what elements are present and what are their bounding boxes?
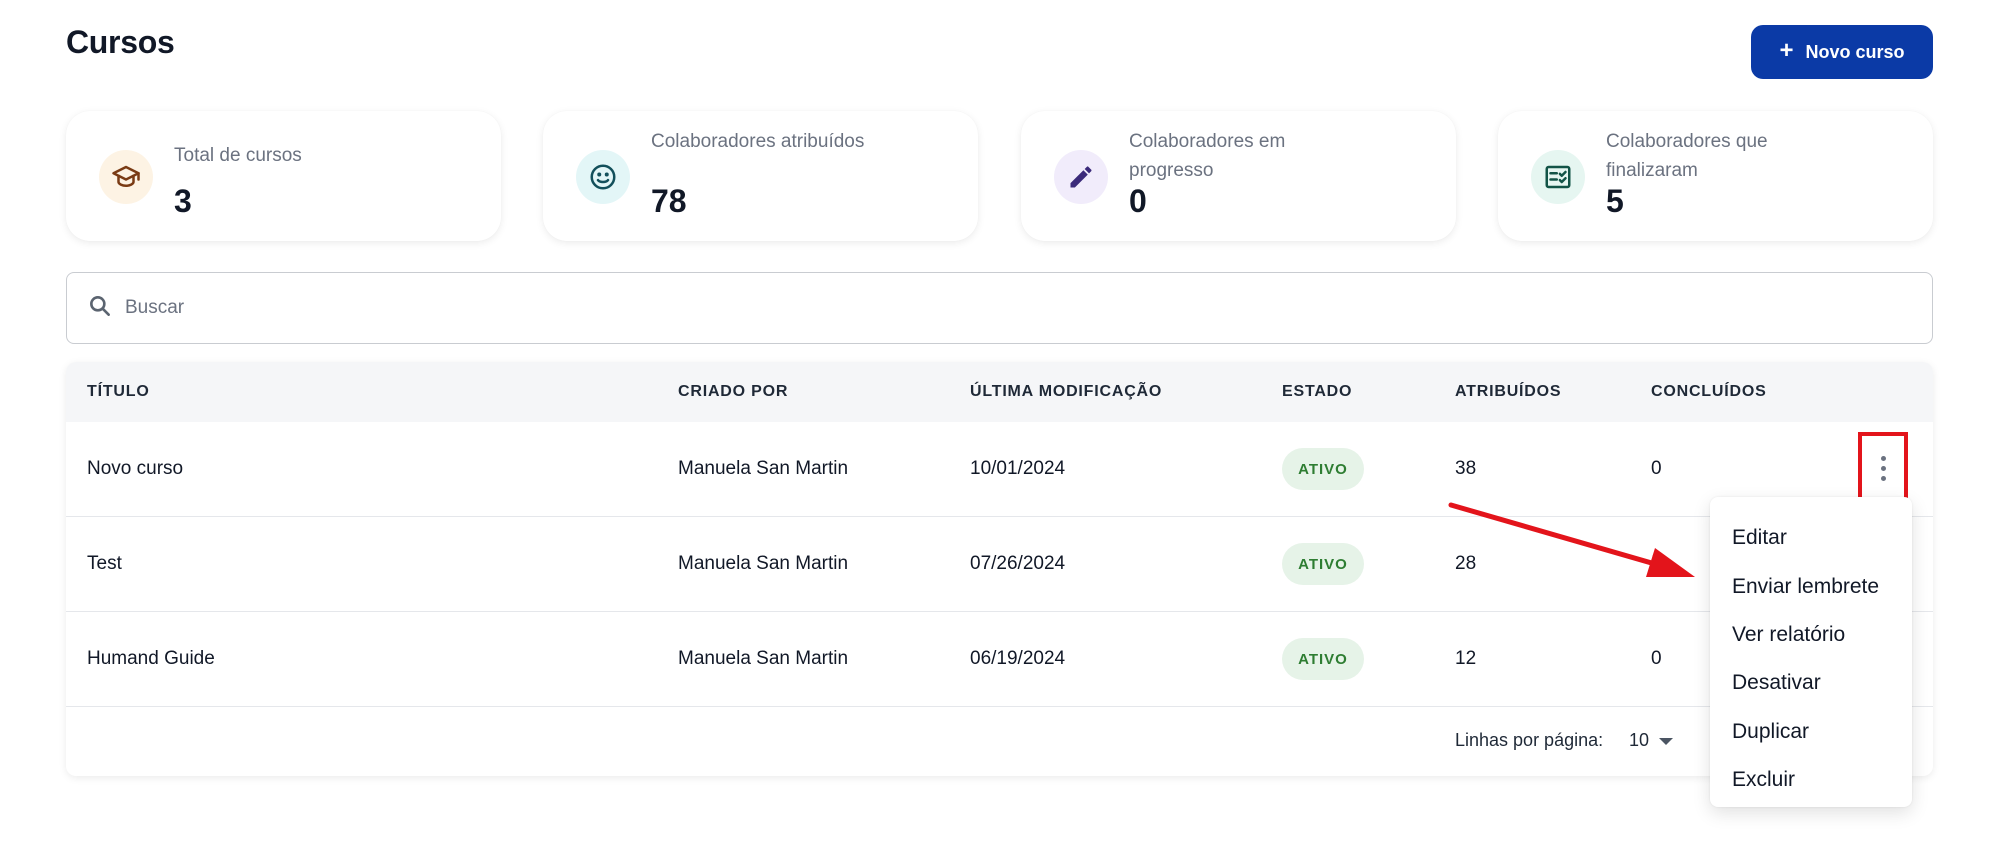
stat-card-assigned: Colaboradores atribuídos 78 <box>543 111 978 241</box>
courses-table: TÍTULO CRIADO POR ÚLTIMA MODIFICAÇÃO EST… <box>66 362 1933 776</box>
column-header-title[interactable]: TÍTULO <box>87 383 150 401</box>
stat-card-finished: Colaboradores que finalizaram 5 <box>1498 111 1933 241</box>
search-icon <box>87 293 113 324</box>
cell-modified: 06/19/2024 <box>970 648 1066 669</box>
pencil-icon <box>1054 150 1108 204</box>
status-badge: ATIVO <box>1282 638 1364 680</box>
stat-value: 0 <box>1129 183 1147 219</box>
stat-label: Total de cursos <box>174 145 302 166</box>
status-badge: ATIVO <box>1282 448 1364 490</box>
stat-label: Colaboradores que finalizaram <box>1606 131 1768 181</box>
column-header-completed[interactable]: CONCLUÍDOS <box>1651 383 1767 401</box>
cell-title: Humand Guide <box>87 648 215 669</box>
menu-item-deactivate[interactable]: Desativar <box>1710 659 1912 707</box>
cell-assigned: 28 <box>1455 553 1477 574</box>
menu-item-view-report[interactable]: Ver relatório <box>1710 611 1912 659</box>
graduation-cap-icon <box>99 150 153 204</box>
cell-assigned: 38 <box>1455 458 1477 479</box>
table-row[interactable]: Test Manuela San Martin 07/26/2024 ATIVO… <box>66 517 1933 612</box>
row-actions-menu: Editar Enviar lembrete Ver relatório Des… <box>1710 497 1912 807</box>
status-badge: ATIVO <box>1282 543 1364 585</box>
stats-cards: Total de cursos 3 Colaboradores atribuíd… <box>66 111 1933 241</box>
stat-label: Colaboradores em progresso <box>1129 131 1286 181</box>
plus-icon: + <box>1779 37 1794 64</box>
menu-item-duplicate[interactable]: Duplicar <box>1710 708 1912 756</box>
cell-completed: 5 <box>1651 553 1662 574</box>
stat-value: 3 <box>174 183 192 219</box>
cell-created-by: Manuela San Martin <box>678 458 849 479</box>
page-title: Cursos <box>66 24 175 60</box>
stat-card-in-progress: Colaboradores em progresso 0 <box>1021 111 1456 241</box>
rows-per-page-label: Linhas por página: <box>1455 730 1604 750</box>
cell-created-by: Manuela San Martin <box>678 553 849 574</box>
smiley-face-icon <box>576 150 630 204</box>
table-header: TÍTULO CRIADO POR ÚLTIMA MODIFICAÇÃO EST… <box>66 362 1933 422</box>
stat-label: Colaboradores atribuídos <box>651 131 865 152</box>
menu-item-delete[interactable]: Excluir <box>1710 756 1912 804</box>
cell-created-by: Manuela San Martin <box>678 648 849 669</box>
menu-item-edit[interactable]: Editar <box>1710 514 1912 562</box>
table-pagination: Linhas por página: 10 <box>66 708 1933 776</box>
checklist-icon <box>1531 150 1585 204</box>
column-header-created-by[interactable]: CRIADO POR <box>678 383 788 401</box>
caret-down-icon <box>1659 738 1674 745</box>
new-course-button[interactable]: + Novo curso <box>1751 25 1933 79</box>
cell-title: Novo curso <box>87 458 184 479</box>
row-actions-button[interactable] <box>1858 432 1908 504</box>
column-header-assigned[interactable]: ATRIBUÍDOS <box>1455 383 1561 401</box>
new-course-label: Novo curso <box>1805 41 1905 62</box>
column-header-last-modified[interactable]: ÚLTIMA MODIFICAÇÃO <box>970 383 1162 401</box>
table-row[interactable]: Novo curso Manuela San Martin 10/01/2024… <box>66 422 1933 517</box>
search-input[interactable] <box>125 297 1825 319</box>
kebab-icon <box>1880 455 1886 481</box>
cell-title: Test <box>87 553 122 574</box>
menu-item-send-reminder[interactable]: Enviar lembrete <box>1710 562 1912 610</box>
stat-value: 78 <box>651 183 687 219</box>
rows-per-page-value: 10 <box>1629 730 1650 750</box>
cell-completed: 0 <box>1651 648 1662 669</box>
stat-card-total-courses: Total de cursos 3 <box>66 111 501 241</box>
cell-completed: 0 <box>1651 458 1662 479</box>
cell-assigned: 12 <box>1455 648 1477 669</box>
table-row[interactable]: Humand Guide Manuela San Martin 06/19/20… <box>66 612 1933 707</box>
cell-modified: 07/26/2024 <box>970 553 1066 574</box>
cell-modified: 10/01/2024 <box>970 458 1066 479</box>
stat-value: 5 <box>1606 183 1624 219</box>
rows-per-page-select[interactable]: 10 <box>1629 730 1674 751</box>
search-box[interactable] <box>66 272 1933 344</box>
column-header-status[interactable]: ESTADO <box>1282 383 1352 401</box>
